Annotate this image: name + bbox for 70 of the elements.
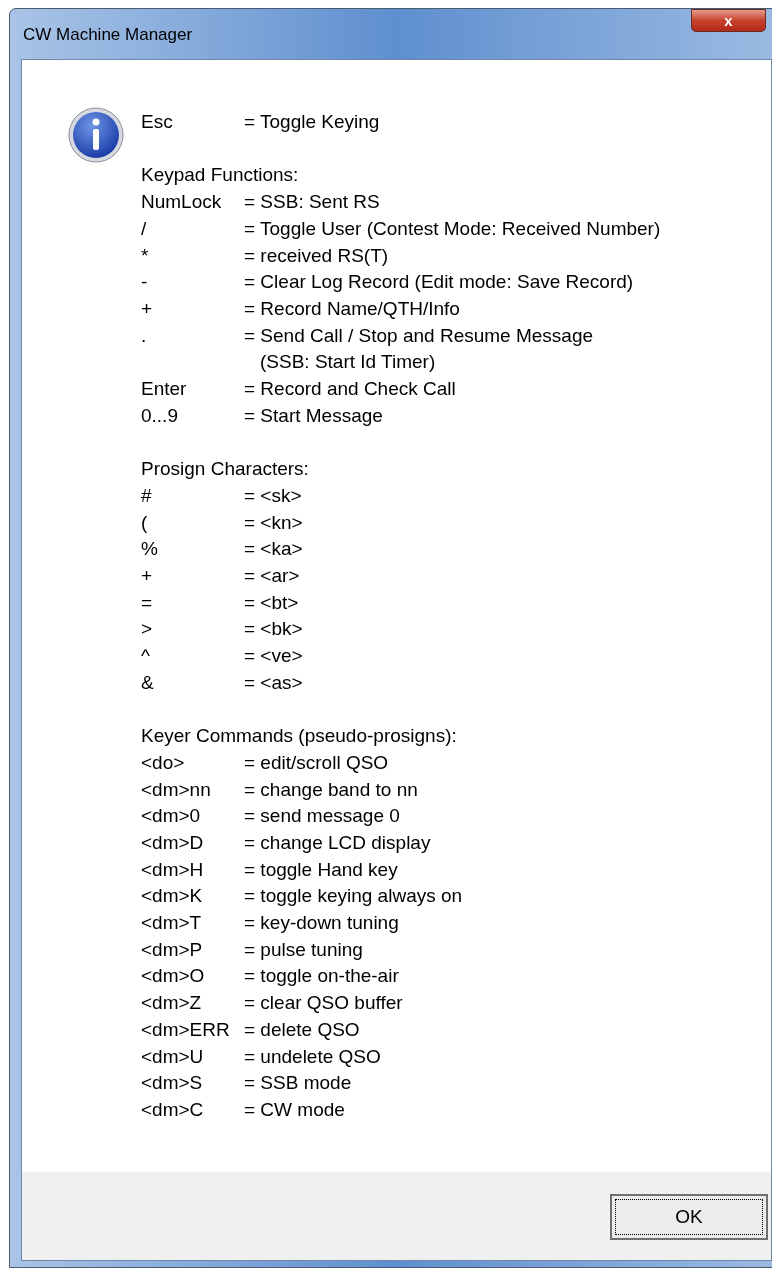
key-label: <dm>H — [141, 857, 205, 882]
key-label: <dm>T — [141, 911, 203, 936]
key-label: ^ — [141, 644, 151, 669]
key-label: * — [141, 243, 150, 268]
key-label: <dm>ERR — [141, 1017, 231, 1042]
key-label: NumLock — [141, 190, 223, 215]
key-description: = delete QSO — [244, 1017, 360, 1042]
key-label: + — [141, 563, 154, 588]
key-description: = <bt> — [244, 590, 299, 615]
key-label: <dm>nn — [141, 777, 212, 802]
key-label: # — [141, 483, 153, 508]
key-label: <dm>Z — [141, 991, 203, 1016]
key-description: = received RS(T) — [244, 243, 389, 268]
key-label: <dm>P — [141, 937, 204, 962]
key-label: <dm>K — [141, 884, 204, 909]
key-label: <dm>D — [141, 830, 205, 855]
key-description: = Record and Check Call — [244, 377, 456, 401]
key-description: = Toggle User (Contest Mode: Received Number) — [244, 216, 661, 241]
close-button[interactable]: x — [691, 9, 766, 32]
key-description: = change band to nn — [244, 777, 418, 802]
key-label: ( — [141, 510, 149, 535]
key-label: <dm>S — [141, 1071, 204, 1096]
key-description: = send message 0 — [244, 804, 400, 829]
key-label: > — [141, 617, 154, 642]
key-label: <do> — [141, 750, 186, 775]
key-label: - — [141, 270, 149, 295]
key-description: = <sk> — [244, 483, 302, 508]
key-description: = toggle on-the-air — [244, 964, 399, 989]
key-label: + — [141, 296, 154, 321]
section-heading: Keypad Functions: — [141, 163, 300, 188]
key-description: = toggle Hand key — [244, 857, 398, 882]
key-label: Enter — [141, 377, 188, 401]
key-description: = SSB mode — [244, 1071, 352, 1096]
key-label: <dm>C — [141, 1097, 205, 1122]
key-description: = <ve> — [244, 644, 303, 669]
key-description: = key-down tuning — [244, 911, 399, 936]
info-icon — [68, 107, 124, 163]
key-label: & — [141, 670, 155, 695]
key-description: = undelete QSO — [244, 1044, 381, 1069]
key-description: = CW mode — [244, 1097, 345, 1122]
key-description: = <ka> — [244, 537, 303, 562]
section-heading: Keyer Commands (pseudo-prosigns): — [141, 724, 458, 749]
key-description: = Start Message — [244, 403, 383, 428]
key-description: = change LCD display — [244, 830, 431, 855]
key-description: = clear QSO buffer — [244, 991, 403, 1016]
key-label: Esc — [141, 110, 174, 134]
key-description: = toggle keying always on — [244, 884, 463, 909]
section-heading: Prosign Characters: — [141, 457, 310, 482]
key-description: = <as> — [244, 670, 303, 695]
key-description: = Toggle Keying — [244, 110, 380, 134]
key-description: = <ar> — [244, 563, 300, 588]
key-description: = edit/scroll QSO — [244, 750, 389, 775]
key-label: / — [141, 216, 148, 241]
window-title: CW Machine Manager — [23, 24, 193, 46]
key-label: <dm>O — [141, 964, 206, 989]
key-description: = SSB: Sent RS — [244, 190, 380, 215]
key-description: = Record Name/QTH/Info — [244, 296, 460, 321]
key-label: <dm>U — [141, 1044, 205, 1069]
key-description: = pulse tuning — [244, 937, 363, 962]
key-description: = <kn> — [244, 510, 303, 535]
key-description: = Clear Log Record (Edit mode: Save Record) — [244, 270, 634, 295]
key-label: % — [141, 537, 159, 562]
ok-button[interactable]: OK — [610, 1194, 768, 1240]
key-label: <dm>0 — [141, 804, 202, 829]
key-description: = Send Call / Stop and Resume Message — [244, 323, 594, 348]
key-description: (SSB: Start Id Timer) — [259, 350, 437, 375]
key-label: 0...9 — [141, 403, 179, 428]
key-description: = <bk> — [244, 617, 303, 642]
key-label: . — [141, 323, 148, 348]
key-label: = — [141, 590, 154, 615]
